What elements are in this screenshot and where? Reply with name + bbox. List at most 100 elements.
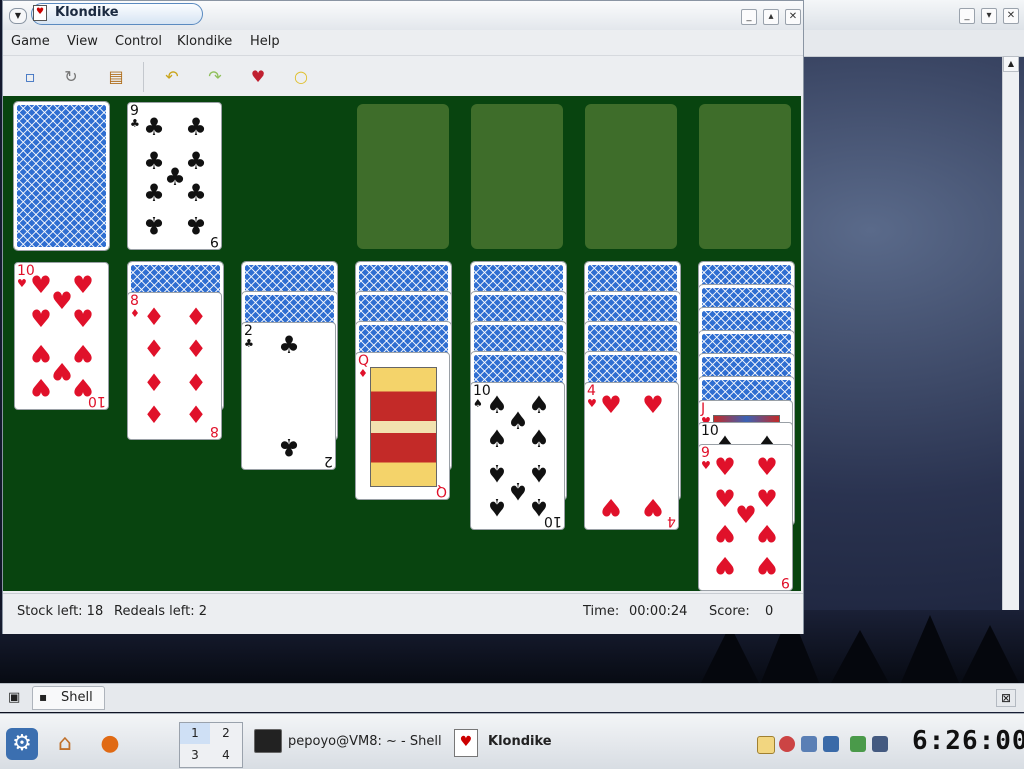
heart-icon: ♥	[30, 305, 52, 333]
background-window-scrollbar[interactable]: ▲ ▲ ▼	[1002, 56, 1019, 683]
deal-icon[interactable]: ▤	[105, 66, 127, 88]
redeals-left-label: Redeals left: 2	[114, 604, 208, 619]
menu-control[interactable]: Control	[115, 34, 162, 49]
card-rank: 4	[667, 513, 676, 529]
home-icon[interactable]: ⌂	[49, 728, 81, 760]
people-icon[interactable]	[872, 736, 888, 752]
background-window-toolbar	[803, 30, 1024, 57]
tableau-card[interactable]: 2 ♣ ♣ ♣ 2	[241, 322, 336, 470]
waste-card[interactable]: 9 ♣ ♣ ♣ ♣ ♣ ♣ ♣ ♣ ♣ ♣ 9	[127, 102, 222, 250]
pager-desktop-1[interactable]: 1	[180, 723, 210, 744]
spade-icon: ♠	[486, 493, 508, 521]
stock-left-label: Stock left: 18	[17, 604, 104, 619]
network-error-icon[interactable]	[779, 736, 795, 752]
new-tab-icon[interactable]: ▣	[8, 690, 26, 706]
club-icon: ♣	[143, 211, 165, 239]
menubar: Game View Control Klondike Help	[3, 30, 803, 54]
card-rank: 9	[210, 233, 219, 249]
window-titlebar[interactable]: ▼ ♥ Klondike _ ▴ ✕	[3, 1, 803, 30]
card-rank: 8	[130, 293, 139, 309]
hint-bulb-icon[interactable]: ○	[290, 66, 312, 88]
game-board: 9 ♣ ♣ ♣ ♣ ♣ ♣ ♣ ♣ ♣ ♣ 9 ✋ 10 ♥ ♥ ♥ ♥ ♥ ♥	[3, 96, 801, 591]
task-klondike-label: Klondike	[488, 734, 552, 749]
scroll-up-icon[interactable]: ▲	[1003, 56, 1019, 72]
restart-icon[interactable]: ↻	[60, 66, 82, 88]
maximize-icon[interactable]: ▾	[981, 8, 997, 24]
tableau-card[interactable]: 10 ♥ ♥ ♥ ♥ ♥ ♥ ♥ ♥ ♥ ♥ ♥ 10	[14, 262, 109, 410]
clock[interactable]: 6:26:00	[912, 726, 1024, 756]
minimize-icon[interactable]: _	[959, 8, 975, 24]
pager-desktop-3[interactable]: 3	[180, 745, 210, 766]
tableau-card[interactable]: 10 ♠ ♠ ♠ ♠ ♠ ♠ ♠ ♠ ♠ ♠ ♠ 10	[470, 382, 565, 530]
task-shell-label: pepoyo@VM8: ~ - Shell	[288, 734, 442, 749]
diamond-icon: ♦	[143, 401, 165, 429]
kde-menu-icon[interactable]: ⚙	[6, 728, 38, 760]
foundation-slot[interactable]	[471, 104, 563, 249]
heart-icon: ♥	[600, 391, 622, 419]
monitor-icon[interactable]	[801, 736, 817, 752]
maximize-icon[interactable]: ▴	[763, 9, 779, 25]
spade-icon: ♠	[528, 391, 550, 419]
klondike-app-icon: ♥	[454, 729, 478, 757]
card-rank: 2	[324, 453, 333, 469]
task-shell[interactable]: pepoyo@VM8: ~ - Shell	[254, 723, 444, 761]
heart-icon: ♥	[714, 551, 736, 579]
desktop-pager: 1 2 3 4	[179, 722, 243, 768]
menu-view[interactable]: View	[67, 34, 98, 49]
diamond-icon: ♦	[185, 401, 207, 429]
hint-card-icon[interactable]: ♥	[247, 66, 269, 88]
menu-game[interactable]: Game	[11, 34, 50, 49]
firefox-icon[interactable]: ●	[94, 728, 126, 760]
terminal-icon: ▪	[39, 690, 48, 704]
task-klondike[interactable]: ♥ Klondike	[454, 723, 574, 761]
card-rank: 9	[781, 574, 790, 590]
minimize-icon[interactable]: _	[741, 9, 757, 25]
tableau-card[interactable]: 9 ♥ ♥ ♥ ♥ ♥ ♥ ♥ ♥ ♥ ♥ 9	[698, 444, 793, 591]
foundation-slot[interactable]	[357, 104, 449, 249]
toolbar: ▫ ↻ ▤ ↶ ↷ ♥ ○	[3, 55, 803, 98]
update-icon[interactable]	[850, 736, 866, 752]
tab-shell[interactable]: ▪ Shell	[32, 686, 105, 710]
close-icon[interactable]: ✕	[785, 9, 801, 25]
diamond-icon: ♦	[143, 303, 165, 331]
terminal-icon	[254, 729, 282, 753]
spade-icon: ♠	[528, 459, 550, 487]
card-rank: Q	[435, 483, 447, 499]
pager-desktop-4[interactable]: 4	[211, 745, 241, 766]
foundation-slot[interactable]	[699, 104, 791, 249]
menu-help[interactable]: Help	[250, 34, 280, 49]
statusbar: Stock left: 18 Redeals left: 2 Time: 00:…	[3, 593, 803, 634]
heart-icon: ♥	[587, 397, 597, 410]
stock-pile[interactable]	[13, 101, 110, 251]
heart-icon: ♥	[17, 277, 27, 290]
heart-icon: ♥	[756, 551, 778, 579]
spade-icon: ♠	[486, 425, 508, 453]
diamond-icon: ♦	[185, 369, 207, 397]
klipper-icon[interactable]	[757, 736, 775, 754]
card-rank: 9	[130, 103, 139, 119]
tableau-card[interactable]: 8 ♦ ♦ ♦ ♦ ♦ ♦ ♦ ♦ ♦ 8	[127, 292, 222, 440]
redo-icon[interactable]: ↷	[204, 66, 226, 88]
menu-klondike[interactable]: Klondike	[177, 34, 232, 49]
taskbar-panel: ⚙ ⌂ ● 1 2 3 4 pepoyo@VM8: ~ - Shell ♥ Kl…	[0, 713, 1024, 769]
tab-shell-label: Shell	[61, 690, 93, 705]
club-icon: ♣	[185, 147, 207, 175]
close-icon[interactable]: ✕	[1003, 8, 1019, 24]
foundation-slot[interactable]	[585, 104, 677, 249]
new-game-icon[interactable]: ▫	[19, 66, 41, 88]
pager-desktop-2[interactable]: 2	[211, 723, 241, 744]
heart-icon: ♥	[642, 493, 664, 521]
card-rank: 10	[88, 393, 106, 409]
diamond-icon: ♦	[358, 367, 368, 380]
close-tab-icon[interactable]: ⊠	[996, 689, 1016, 707]
queen-portrait	[370, 367, 437, 487]
tableau-card[interactable]: Q ♦ Q	[355, 352, 450, 500]
display-icon[interactable]	[823, 736, 839, 752]
heart-icon: ♥	[714, 453, 736, 481]
club-icon: ♣	[185, 113, 207, 141]
window-menu-icon[interactable]: ▼	[9, 8, 27, 24]
tableau-card[interactable]: 4 ♥ ♥ ♥ ♥ ♥ 4	[584, 382, 679, 530]
heart-icon: ♥	[30, 373, 52, 401]
club-icon: ♣	[130, 117, 140, 130]
undo-icon[interactable]: ↶	[161, 66, 183, 88]
